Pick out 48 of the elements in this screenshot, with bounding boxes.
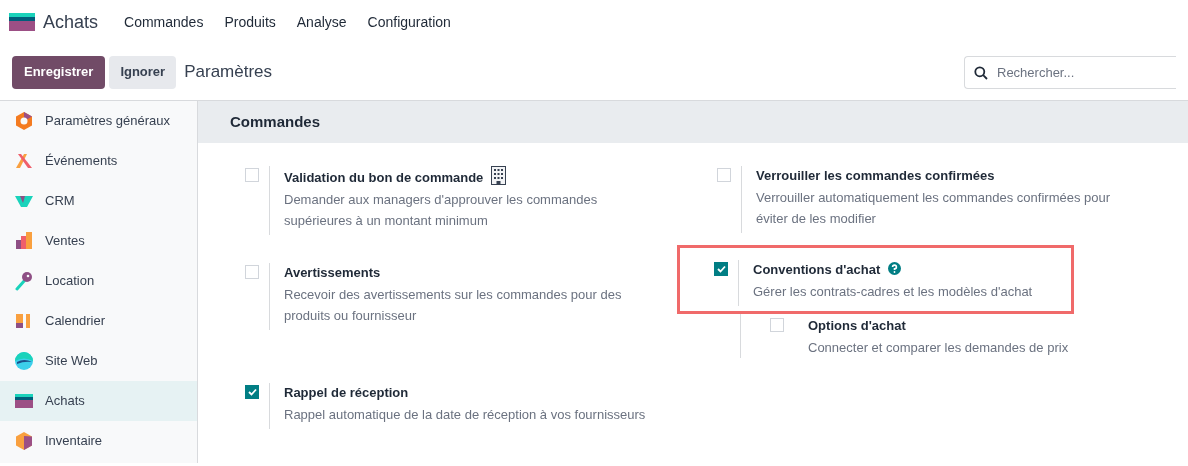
- sidebar-item[interactable]: Location: [0, 261, 197, 301]
- sidebar-item[interactable]: Inventaire: [0, 421, 197, 461]
- sidebar-item[interactable]: Achats: [0, 381, 197, 421]
- setting-description: Connecter et comparer les demandes de prix: [808, 339, 1070, 357]
- checkbox[interactable]: [245, 168, 259, 182]
- checkbox[interactable]: [717, 168, 731, 182]
- bar-chart-icon: [14, 231, 34, 251]
- sidebar-item[interactable]: Calendrier: [0, 301, 197, 341]
- key-icon: [14, 271, 34, 291]
- globe-wave-icon: [14, 351, 34, 371]
- card-stripes-icon: [14, 391, 34, 411]
- setting-title: Conventions d'achat: [753, 262, 881, 277]
- search-field[interactable]: Rechercher...: [964, 55, 1176, 89]
- discard-button[interactable]: Ignorer: [109, 55, 177, 89]
- box-hexagon-icon: [14, 431, 34, 451]
- checkbox[interactable]: [714, 262, 728, 276]
- settings-hexagon-icon: [14, 111, 34, 131]
- menu-item[interactable]: Produits: [224, 11, 276, 33]
- help-icon[interactable]: [888, 262, 902, 275]
- menu-item[interactable]: Analyse: [296, 11, 347, 33]
- cross-shape-icon: [14, 151, 34, 171]
- setting-title: Rappel de réception: [284, 385, 409, 400]
- setting-title: Options d'achat: [808, 318, 906, 333]
- setting-title: Validation du bon de commande: [284, 170, 484, 185]
- checkbox[interactable]: [245, 385, 259, 399]
- breadcrumb: Paramètres: [184, 61, 273, 84]
- setting-title: Verrouiller les commandes confirmées: [756, 168, 995, 183]
- setting-description: Gérer les contrats-cadres et les modèles d'achat: [753, 283, 1034, 301]
- search-icon: [974, 65, 988, 80]
- sidebar-item[interactable]: Événements: [0, 141, 197, 181]
- menu-item[interactable]: Configuration: [367, 11, 451, 33]
- checkbox[interactable]: [770, 318, 784, 332]
- setting-title: Avertissements: [284, 265, 381, 280]
- sidebar-item[interactable]: Paramètres généraux: [0, 101, 197, 141]
- menu-item[interactable]: Commandes: [124, 11, 204, 33]
- setting-description: Rappel automatique de la date de réception à vos fournisseurs: [284, 406, 647, 424]
- setting-description: Recevoir des avertissements sur les commandes pour des produits ou fournisseur: [284, 286, 623, 325]
- app-logo-icon[interactable]: [9, 13, 35, 31]
- sidebar-item[interactable]: Site Web: [0, 341, 197, 381]
- building-icon: [491, 166, 507, 185]
- section-title: Commandes: [230, 111, 321, 132]
- checkbox[interactable]: [245, 265, 259, 279]
- setting-description: Demander aux managers d'approuver les commandes supérieures à un montant minimum: [284, 191, 599, 230]
- setting-description: Verrouiller automatiquement les commandes confirmées pour éviter de les modifier: [756, 189, 1112, 228]
- sidebar-item[interactable]: CRM: [0, 181, 197, 221]
- app-title[interactable]: Achats: [43, 8, 99, 36]
- save-button[interactable]: Enregistrer: [12, 55, 106, 89]
- sidebar-item[interactable]: Ventes: [0, 221, 197, 261]
